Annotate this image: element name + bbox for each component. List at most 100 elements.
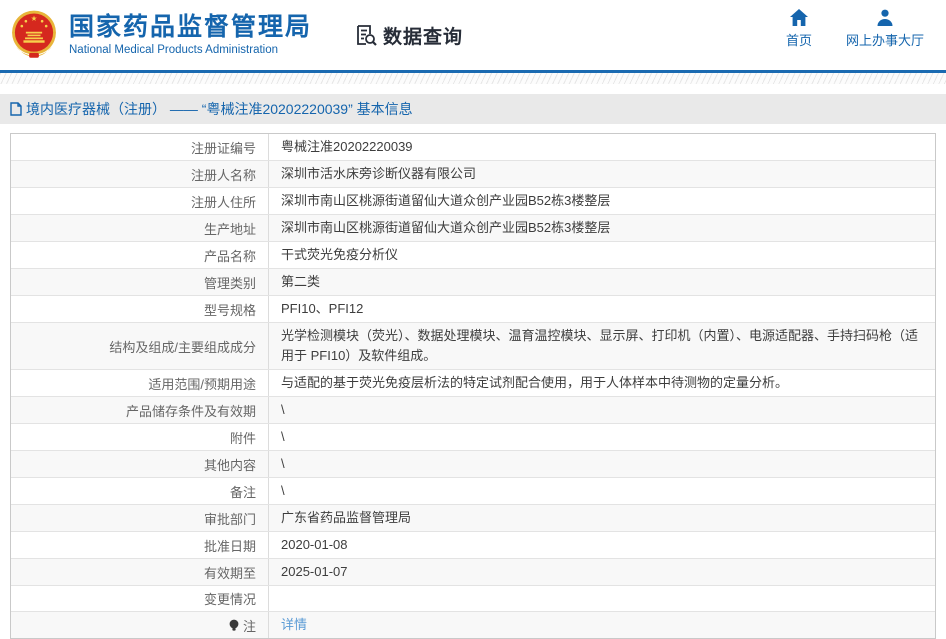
row-label: 注册人住所 [11,188,269,214]
row-label-text: 注册人住所 [190,194,256,210]
row-label: 其他内容 [11,451,269,477]
row-label: 适用范围/预期用途 [11,370,269,396]
user-icon [877,9,893,26]
row-value: \ [269,478,935,504]
national-emblem-icon [12,10,56,58]
row-value-text: 2025-01-07 [281,564,348,579]
breadcrumb: 境内医疗器械（注册） —— “粤械注准20202220039” 基本信息 [10,99,413,119]
table-row: 注 详情 [11,611,935,638]
row-value-text: 粤械注准20202220039 [281,139,413,154]
row-label: 注册人名称 [11,161,269,187]
table-row: 产品名称 干式荧光免疫分析仪 [11,241,935,268]
breadcrumb-text: 境内医疗器械（注册） —— “粤械注准20202220039” 基本信息 [26,101,413,117]
row-value-text: \ [281,402,285,417]
table-row: 备注 \ [11,477,935,504]
data-query-label: 数据查询 [383,26,464,48]
row-label: 审批部门 [11,505,269,531]
row-value-text: \ [281,429,285,444]
nav-service-hall-label: 网上办事大厅 [845,33,924,48]
row-value-text: 第二类 [281,274,321,289]
table-row: 有效期至 2025-01-07 [11,558,935,585]
table-row: 结构及组成/主要组成成分 光学检测模块（荧光）、数据处理模块、温育温控模块、显示屏… [11,322,935,369]
nav-home[interactable]: 首页 [786,9,812,49]
row-value: PFI10、PFI12 [269,296,935,322]
row-label: 有效期至 [11,559,269,585]
row-value: 详情 [269,612,935,638]
row-label-text: 批准日期 [203,538,256,554]
row-label: 管理类别 [11,269,269,295]
row-label: 注 [11,612,269,638]
hatch-band [0,73,946,84]
table-row: 变更情况 [11,585,935,611]
table-row: 批准日期 2020-01-08 [11,531,935,558]
row-value-text: 深圳市活水床旁诊断仪器有限公司 [281,166,477,181]
row-value: \ [269,451,935,477]
table-row: 产品储存条件及有效期 \ [11,396,935,423]
row-label-text: 有效期至 [203,565,256,581]
row-value: 深圳市南山区桃源街道留仙大道众创产业园B52栋3楼整层 [269,215,935,241]
row-label-text: 适用范围/预期用途 [148,376,256,392]
row-label: 产品储存条件及有效期 [11,397,269,423]
document-search-icon [357,25,377,46]
row-label-text: 注册证编号 [190,140,256,156]
row-label: 批准日期 [11,532,269,558]
table-row: 注册人住所 深圳市南山区桃源街道留仙大道众创产业园B52栋3楼整层 [11,187,935,214]
detail-link[interactable]: 详情 [281,615,307,635]
row-value: 粤械注准20202220039 [269,134,935,160]
table-row: 注册证编号 粤械注准20202220039 [11,134,935,160]
table-row: 其他内容 \ [11,450,935,477]
row-label-text: 其他内容 [203,457,256,473]
row-label: 型号规格 [11,296,269,322]
row-label-text: 审批部门 [203,511,256,527]
row-value: 第二类 [269,269,935,295]
row-value: \ [269,424,935,450]
row-value-text: PFI10、PFI12 [281,301,364,316]
row-label: 生产地址 [11,215,269,241]
logo-subtitle: National Medical Products Administration [69,44,279,57]
nmpa-logo[interactable]: 国家药品监督管理局 National Medical Products Admi… [8,7,312,63]
row-label-text: 型号规格 [203,302,256,318]
row-label: 注册证编号 [11,134,269,160]
row-value-text: 深圳市南山区桃源街道留仙大道众创产业园B52栋3楼整层 [281,193,611,208]
row-value-text: 干式荧光免疫分析仪 [281,247,399,262]
row-value-text: 广东省药品监督管理局 [281,510,412,525]
row-label-text: 管理类别 [203,275,256,291]
table-row: 审批部门 广东省药品监督管理局 [11,504,935,531]
row-label-text: 附件 [229,430,256,446]
nav-service-hall[interactable]: 网上办事大厅 [846,9,924,49]
row-label-text: 生产地址 [203,221,256,237]
info-table: 注册证编号 粤械注准20202220039 注册人名称 深圳市活水床旁诊断仪器有限公司… [10,133,936,639]
nav-home-label: 首页 [785,33,812,48]
home-icon [789,9,808,26]
row-value-text: 深圳市南山区桃源街道留仙大道众创产业园B52栋3楼整层 [281,220,611,235]
row-value: 深圳市南山区桃源街道留仙大道众创产业园B52栋3楼整层 [269,188,935,214]
row-label-text: 变更情况 [203,592,256,607]
row-value: 广东省药品监督管理局 [269,505,935,531]
row-label-text: 注 [242,618,256,634]
logo-text: 国家药品监督管理局 National Medical Products Admi… [69,13,312,57]
bulb-icon [229,619,239,631]
row-label-text: 产品储存条件及有效期 [125,403,256,419]
document-icon [10,102,22,116]
row-label: 变更情况 [11,586,269,611]
breadcrumb-band: 境内医疗器械（注册） —— “粤械注准20202220039” 基本信息 [0,94,946,124]
table-row: 管理类别 第二类 [11,268,935,295]
row-value: \ [269,397,935,423]
row-value [269,586,935,611]
table-row: 适用范围/预期用途 与适配的基于荧光免疫层析法的特定试剂配合使用，用于人体样本中待… [11,369,935,396]
row-value: 2025-01-07 [269,559,935,585]
row-value: 2020-01-08 [269,532,935,558]
table-row: 注册人名称 深圳市活水床旁诊断仪器有限公司 [11,160,935,187]
row-label: 结构及组成/主要组成成分 [11,323,269,369]
row-value-text: 光学检测模块（荧光）、数据处理模块、温育温控模块、显示屏、打印机（内置）、电源适… [281,328,919,363]
table-row: 生产地址 深圳市南山区桃源街道留仙大道众创产业园B52栋3楼整层 [11,214,935,241]
row-label: 附件 [11,424,269,450]
data-query-title: 数据查询 [354,22,463,49]
row-label-text: 产品名称 [203,248,256,264]
row-value: 深圳市活水床旁诊断仪器有限公司 [269,161,935,187]
row-value-text: 2020-01-08 [281,537,348,552]
header-nav: 首页 网上办事大厅 [786,9,924,49]
row-label-text: 备注 [229,484,256,500]
page-header: 国家药品监督管理局 National Medical Products Admi… [0,0,946,70]
row-value-text: \ [281,456,285,471]
